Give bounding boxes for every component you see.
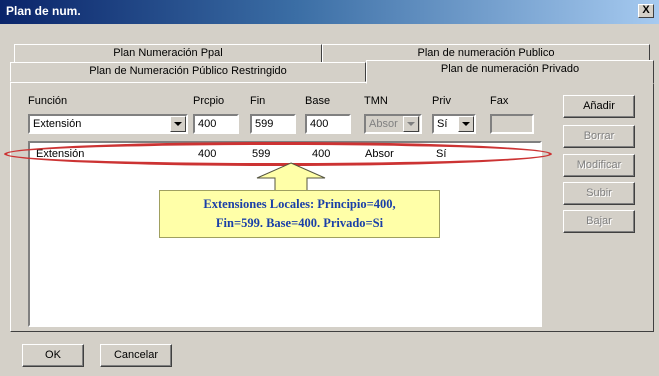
base-label: Base	[305, 95, 331, 107]
funcion-label: Función	[28, 95, 68, 107]
tab-plan-numeracion-ppal[interactable]: Plan Numeración Ppal	[14, 44, 322, 64]
cancel-button[interactable]: Cancelar	[100, 344, 172, 367]
ok-button[interactable]: OK	[22, 344, 84, 367]
tmn-label: TMN	[364, 95, 388, 107]
tab-plan-numeracion-privado[interactable]: Plan de numeración Privado	[366, 60, 654, 84]
fax-label: Fax	[490, 95, 509, 107]
tab-plan-numeracion-publico-restringido[interactable]: Plan de Numeración Público Restringido	[10, 62, 366, 82]
move-up-button: Subir	[563, 182, 635, 205]
callout-line-1: Extensiones Locales: Principio=400,	[203, 197, 396, 211]
fin-label: Fin	[250, 95, 266, 107]
move-down-button: Bajar	[563, 210, 635, 233]
fax-input	[490, 114, 534, 134]
prcpio-input[interactable]: 400	[193, 114, 239, 134]
title-bar[interactable]: Plan de num. X	[0, 0, 659, 24]
priv-dropdown-arrow-icon[interactable]	[458, 116, 474, 132]
funcion-select[interactable]: Extensión	[28, 114, 188, 134]
base-input[interactable]: 400	[305, 114, 351, 134]
window-title: Plan de num.	[6, 4, 81, 18]
annotation-up-arrow-icon	[256, 162, 326, 192]
priv-label: Priv	[432, 95, 451, 107]
priv-select-value: Sí	[437, 118, 448, 130]
callout-line-2: Fin=599. Base=400. Privado=Si	[215, 216, 384, 230]
add-button[interactable]: Añadir	[563, 95, 635, 118]
tmn-dropdown-arrow-icon	[403, 116, 419, 132]
bottom-button-bar: OK Cancelar	[0, 338, 659, 376]
fin-input[interactable]: 599	[250, 114, 296, 134]
delete-button: Borrar	[563, 125, 635, 148]
modify-button: Modificar	[563, 154, 635, 177]
tmn-select-value: Absor	[369, 118, 398, 130]
annotation-callout: Extensiones Locales: Principio=400, Fin=…	[159, 190, 440, 238]
funcion-dropdown-arrow-icon[interactable]	[170, 116, 186, 132]
funcion-select-value: Extensión	[33, 118, 82, 130]
prcpio-label: Prcpio	[193, 95, 225, 107]
dialog-window: Plan de num. X Plan Numeración Ppal Plan…	[0, 0, 659, 376]
close-button[interactable]: X	[638, 4, 654, 18]
